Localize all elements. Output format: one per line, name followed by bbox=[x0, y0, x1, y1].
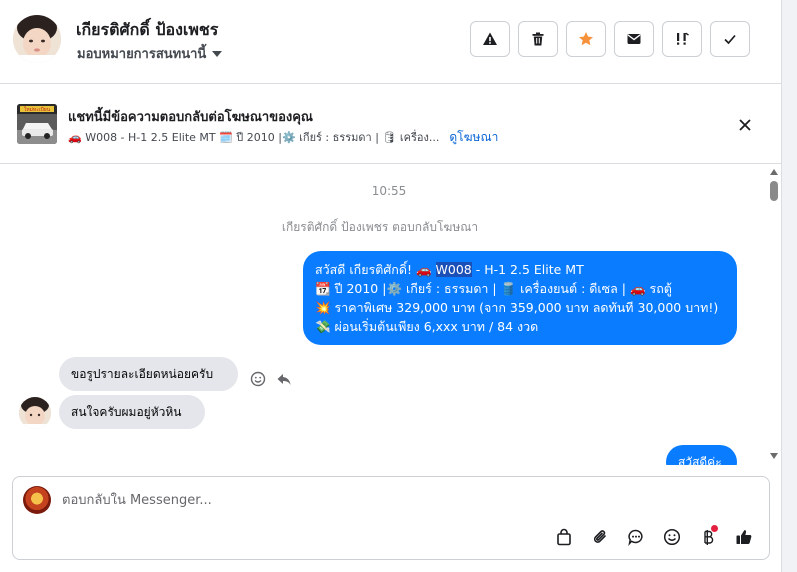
reply-input[interactable] bbox=[62, 489, 662, 511]
msg-line-price: 💥 ราคาพิเศษ 329,000 บาท (จาก 359,000 บาท… bbox=[315, 300, 719, 315]
attach-button[interactable] bbox=[587, 524, 613, 550]
msg-line-specs: 📆 ปี 2010 |⚙️ เกียร์ : ธรรมดา | 🛢️ เครื่… bbox=[315, 281, 672, 296]
caret-down-icon bbox=[212, 50, 223, 57]
notification-dot bbox=[711, 525, 718, 532]
sender-avatar bbox=[19, 397, 51, 429]
mark-spam-button[interactable] bbox=[470, 21, 510, 57]
scroll-up-arrow-icon[interactable] bbox=[770, 169, 778, 175]
emoji-reaction-icon bbox=[250, 371, 266, 387]
page-background bbox=[782, 0, 797, 572]
contact-name[interactable]: เกียรติศักดิ์ ป้องเพชร bbox=[76, 18, 218, 43]
delete-button[interactable] bbox=[518, 21, 558, 57]
like-button[interactable] bbox=[731, 524, 757, 550]
conversation-header: เกียรติศักดิ์ ป้องเพชร มอบหมายการสนทนานี… bbox=[0, 0, 782, 84]
ad-thumb-text: ใหม่ทะเบียน bbox=[24, 106, 51, 113]
shopping-bag-icon bbox=[557, 528, 571, 546]
saved-reply-icon bbox=[628, 529, 643, 546]
reply-button[interactable] bbox=[275, 370, 293, 388]
message-composer bbox=[12, 476, 770, 560]
thread-scrollbar[interactable] bbox=[767, 165, 781, 465]
incoming-message[interactable]: ขอรูปรายละเอียดหน่อยครับ bbox=[59, 357, 238, 391]
saved-replies-button[interactable] bbox=[623, 524, 649, 550]
emoji-button[interactable] bbox=[659, 524, 685, 550]
outgoing-message[interactable]: สวัสดีค่ะ bbox=[666, 445, 737, 465]
like-icon bbox=[736, 530, 752, 544]
assign-conversation-dropdown[interactable]: มอบหมายการสนทนานี้ bbox=[77, 43, 223, 64]
star-button[interactable] bbox=[566, 21, 606, 57]
header-actions bbox=[470, 21, 750, 57]
warning-icon bbox=[483, 32, 497, 45]
mark-unread-button[interactable] bbox=[614, 21, 654, 57]
assign-label: มอบหมายการสนทนานี้ bbox=[77, 47, 207, 62]
inbox-conversation-panel: เกียรติศักดิ์ ป้องเพชร มอบหมายการสนทนานี… bbox=[0, 0, 782, 572]
scrollbar-thumb[interactable] bbox=[770, 181, 778, 201]
ad-reply-banner: ใหม่ทะเบียน แชทนี้มีข้อความตอบกลับต่อโฆษ… bbox=[0, 84, 782, 164]
react-button[interactable] bbox=[249, 370, 267, 388]
composer-toolbar bbox=[551, 524, 757, 550]
contact-avatar[interactable] bbox=[13, 15, 61, 63]
paperclip-icon bbox=[593, 530, 606, 543]
msg-highlighted-text: W008 bbox=[435, 262, 472, 277]
shop-button[interactable] bbox=[551, 524, 577, 550]
close-icon bbox=[739, 119, 751, 131]
msg-model: - H-1 2.5 Elite MT bbox=[471, 262, 584, 277]
message-thread[interactable]: 10:55 เกียรติศักดิ์ ป้องเพชร ตอบกลับโฆษณ… bbox=[0, 165, 782, 465]
view-ad-link[interactable]: ดูโฆษณา bbox=[449, 128, 498, 147]
incoming-message[interactable]: สนใจครับผมอยู่หัวหิน bbox=[59, 395, 205, 429]
follow-up-button[interactable] bbox=[662, 21, 702, 57]
ad-summary: 🚗 W008 - H-1 2.5 Elite MT 🗓️ ปี 2010 |⚙️… bbox=[68, 131, 440, 144]
msg-line-installment: 💸 ผ่อนเริ่มต้นเพียง 6,xxx บาท / 84 งวด bbox=[315, 319, 539, 334]
message-actions bbox=[249, 370, 293, 388]
scroll-down-arrow-icon[interactable] bbox=[770, 453, 778, 459]
ad-thumbnail[interactable]: ใหม่ทะเบียน bbox=[17, 104, 57, 144]
follow-up-icon bbox=[677, 32, 689, 45]
emoji-icon bbox=[663, 528, 681, 546]
check-icon bbox=[724, 34, 736, 45]
msg-greeting: สวัสดี เกียรติศักดิ์! 🚗 bbox=[315, 262, 436, 277]
mark-done-button[interactable] bbox=[710, 21, 750, 57]
ad-reply-notice: เกียรติศักดิ์ ป้องเพชร ตอบกลับโฆษณา bbox=[281, 220, 479, 234]
outgoing-message[interactable]: สวัสดี เกียรติศักดิ์! 🚗 W008 - H-1 2.5 E… bbox=[303, 251, 737, 345]
payment-button[interactable] bbox=[695, 524, 721, 550]
star-icon bbox=[579, 32, 593, 46]
message-timestamp: 10:55 bbox=[371, 184, 407, 198]
page-avatar bbox=[23, 486, 51, 514]
mail-icon bbox=[627, 34, 641, 44]
trash-icon bbox=[532, 32, 544, 46]
ad-banner-title: แชทนี้มีข้อความตอบกลับต่อโฆษณาของคุณ bbox=[68, 110, 313, 125]
close-banner-button[interactable] bbox=[734, 114, 756, 136]
ad-summary-row: 🚗 W008 - H-1 2.5 Elite MT 🗓️ ปี 2010 |⚙️… bbox=[68, 128, 498, 147]
reply-icon bbox=[277, 374, 291, 385]
